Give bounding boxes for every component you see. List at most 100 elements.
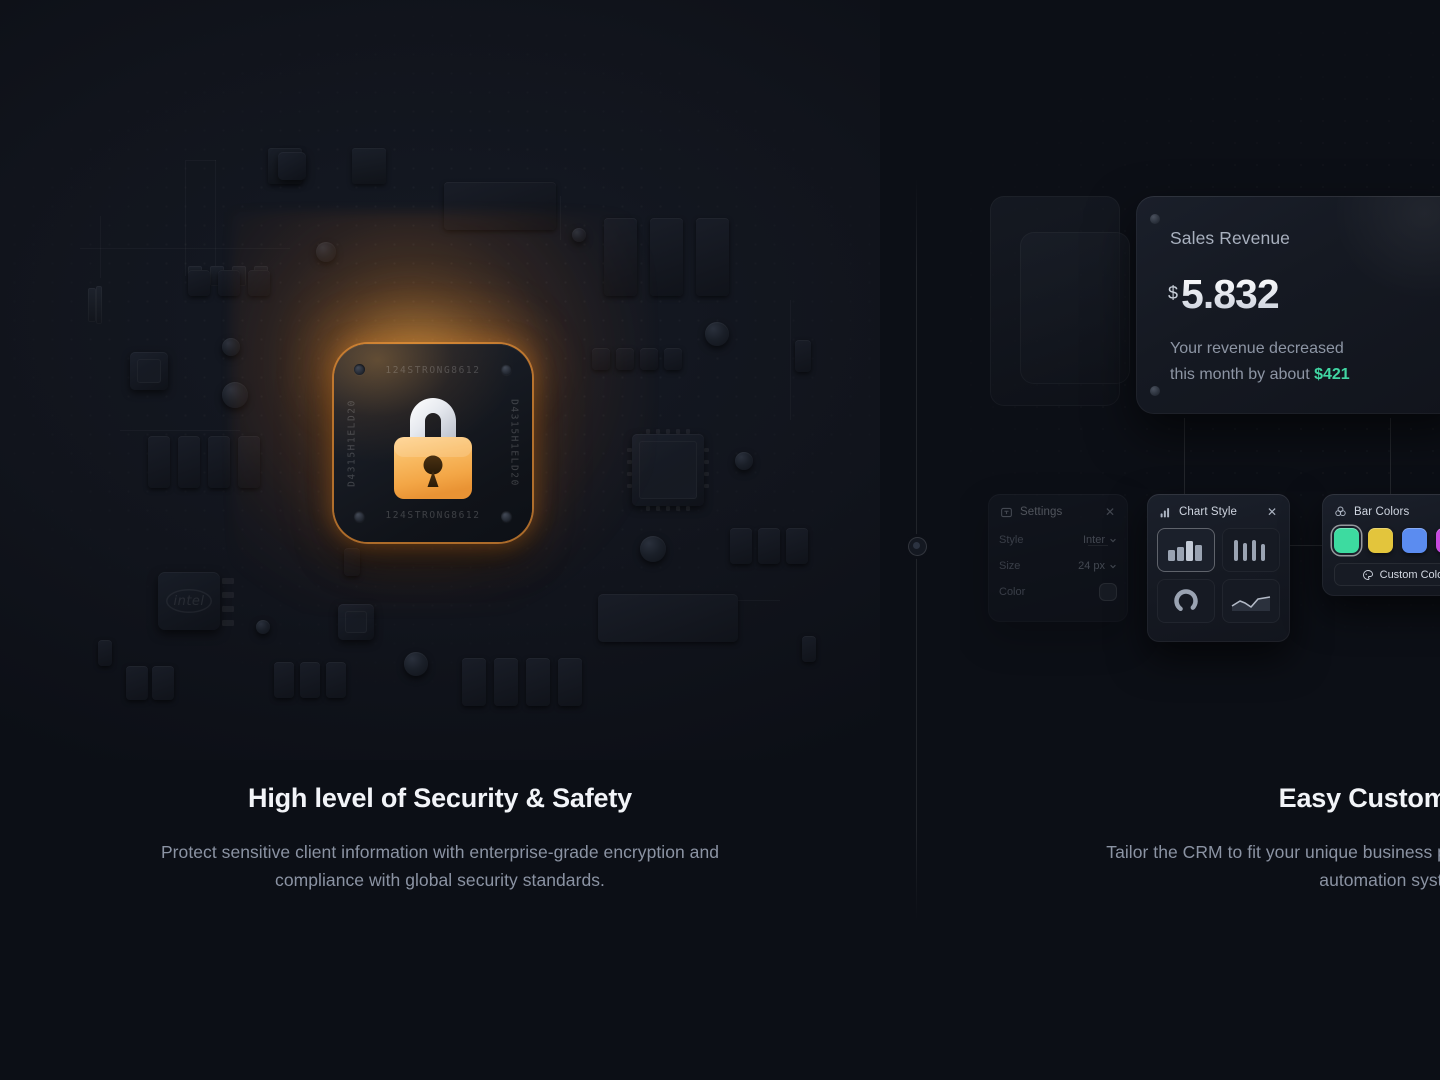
sales-revenue-card[interactable]: Sales Revenue $ 5.832 Your revenue decre… — [1136, 196, 1440, 414]
board-trace — [120, 430, 240, 431]
feature-card-customizable: Sales Revenue $ 5.832 Your revenue decre… — [960, 0, 1440, 1080]
settings-panel-header: Settings ✕ — [988, 494, 1128, 519]
settings-row-size[interactable]: Size 24 px — [988, 553, 1128, 579]
board-capacitor — [705, 322, 729, 346]
processor-pin — [704, 484, 709, 488]
settings-row-value — [1099, 583, 1117, 601]
board-processor — [627, 429, 709, 511]
sales-revenue-amount: $ 5.832 — [1168, 274, 1280, 315]
board-chip — [730, 528, 752, 564]
board-capacitor — [572, 228, 586, 242]
card-highlight — [1320, 196, 1440, 312]
settings-panel[interactable]: Settings ✕ Style Inter Size 24 px Color — [988, 494, 1128, 622]
donut-icon — [1174, 589, 1198, 613]
board-chip — [248, 270, 270, 296]
board-chip — [802, 636, 816, 662]
board-chip — [126, 666, 148, 700]
processor-pin — [666, 429, 670, 434]
settings-row-label: Size — [999, 560, 1021, 572]
board-chip — [344, 548, 360, 576]
processor-pin — [704, 448, 709, 452]
currency-symbol: $ — [1168, 283, 1179, 303]
processor-pin — [627, 448, 632, 452]
note-line-1: Your revenue decreased — [1170, 340, 1344, 357]
chip-etch-top: 124STRONG8612 — [385, 365, 481, 376]
feature-card-security: intel 124STRONG8612 124STRONG8612 D4315H… — [0, 0, 880, 1080]
close-icon[interactable]: ✕ — [1265, 505, 1279, 519]
chip-screw — [501, 364, 512, 375]
board-capacitor — [256, 620, 270, 634]
panel-connector — [1290, 545, 1322, 546]
board-chip — [598, 594, 738, 642]
processor-pin — [627, 460, 632, 464]
chart-option-vertical-bars[interactable] — [1222, 528, 1280, 572]
area-line-icon — [1231, 596, 1271, 611]
board-trace — [186, 160, 216, 161]
chip-etch-right: D4315H1ELD20 — [508, 399, 520, 487]
feature-description-line-1: Tailor the CRM to fit your unique busine… — [1106, 841, 1440, 862]
security-text-block: High level of Security & Safety Protect … — [40, 782, 840, 895]
note-line-2: this month by about — [1170, 365, 1315, 383]
board-chip — [494, 658, 518, 706]
feature-description-line-2: automation systems. — [1319, 870, 1440, 891]
chart-option-stacked-bars[interactable] — [1157, 528, 1215, 572]
color-swatch[interactable] — [1099, 583, 1117, 601]
bar-color-swatches — [1322, 518, 1440, 561]
board-chip — [218, 270, 240, 296]
board-chip — [616, 348, 634, 370]
ghost-card — [1020, 232, 1130, 384]
chart-style-header: Chart Style ✕ — [1147, 494, 1290, 519]
processor-pin — [627, 472, 632, 476]
color-swatch-magenta[interactable] — [1436, 528, 1440, 553]
card-screw — [1150, 386, 1160, 396]
color-swatch-yellow[interactable] — [1368, 528, 1393, 553]
chip-etch-left: D4315H1ELD20 — [346, 399, 358, 487]
settings-row-value: 24 px — [1078, 560, 1117, 572]
board-chip — [444, 182, 556, 230]
board-resistor — [96, 286, 102, 324]
settings-row-value: Inter — [1083, 534, 1117, 546]
sales-revenue-label: Sales Revenue — [1170, 228, 1290, 248]
board-pin — [222, 578, 234, 584]
board-chip — [592, 348, 610, 370]
board-chip — [274, 662, 294, 698]
padlock-icon — [394, 398, 472, 499]
feature-description: Protect sensitive client information wit… — [40, 838, 840, 895]
page-title: High level of Security & Safety — [248, 783, 632, 813]
board-resistor — [88, 288, 96, 322]
board-chip — [326, 662, 346, 698]
board-processor — [278, 152, 306, 180]
page-root: intel 124STRONG8612 124STRONG8612 D4315H… — [0, 0, 1440, 1080]
feature-description-line-2: compliance with global security standard… — [275, 870, 605, 891]
close-icon[interactable]: ✕ — [1103, 505, 1117, 519]
chart-option-donut[interactable] — [1157, 579, 1215, 623]
customizable-text-block: Easy Customizable Tailor the CRM to fit … — [960, 782, 1440, 895]
custom-colors-button[interactable]: Custom Colors — [1334, 563, 1440, 586]
settings-row-style[interactable]: Style Inter — [988, 527, 1128, 553]
customizable-visual: Sales Revenue $ 5.832 Your revenue decre… — [960, 0, 1440, 760]
chip-etch-bottom: 124STRONG8612 — [385, 510, 481, 521]
divider-node-icon — [908, 537, 927, 556]
bar-colors-panel[interactable]: Bar Colors Custom Colors — [1322, 494, 1440, 596]
board-chip — [526, 658, 550, 706]
settings-value-text: 24 px — [1078, 560, 1105, 572]
processor-pin — [704, 460, 709, 464]
chart-style-options — [1147, 519, 1290, 633]
board-chip — [640, 348, 658, 370]
card-screw — [1150, 214, 1160, 224]
board-capacitor — [316, 242, 336, 262]
bar-colors-title: Bar Colors — [1354, 505, 1410, 518]
chart-style-panel[interactable]: Chart Style ✕ — [1147, 494, 1290, 642]
security-visual: intel 124STRONG8612 124STRONG8612 D4315H… — [0, 0, 880, 760]
circuit-board: intel 124STRONG8612 124STRONG8612 D4315H… — [0, 0, 880, 760]
color-swatch-green[interactable] — [1334, 528, 1359, 553]
color-swatch-blue[interactable] — [1402, 528, 1427, 553]
custom-colors-label: Custom Colors — [1379, 568, 1440, 581]
processor-pin — [656, 506, 660, 511]
board-chip — [462, 658, 486, 706]
chart-option-area-line[interactable] — [1222, 579, 1280, 623]
processor-die — [345, 611, 367, 633]
board-chip — [795, 340, 811, 372]
settings-row-color[interactable]: Color — [988, 579, 1128, 605]
board-capacitor — [222, 382, 248, 408]
